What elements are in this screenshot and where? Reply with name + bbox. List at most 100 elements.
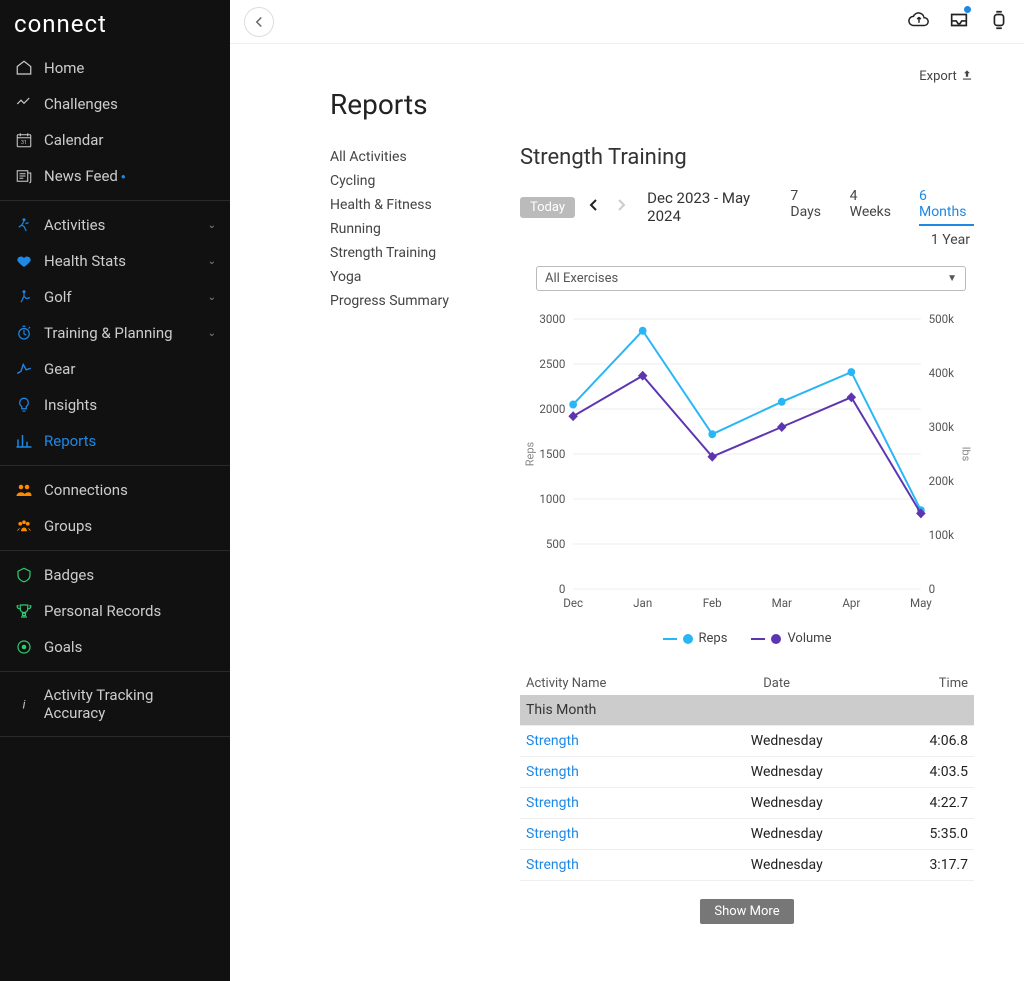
- sidebar-item-insights[interactable]: Insights: [0, 387, 230, 423]
- legend-reps: Reps: [663, 631, 728, 646]
- report-category-nav: All ActivitiesCyclingHealth & FitnessRun…: [330, 145, 460, 924]
- sidebar-item-golf[interactable]: Golf ⌄: [0, 279, 230, 315]
- chevron-down-icon: ⌄: [208, 220, 216, 231]
- chevron-down-icon: ⌄: [208, 292, 216, 303]
- sidebar-item-label: Calendar: [44, 131, 104, 149]
- range-tab-4-weeks[interactable]: 4 Weeks: [850, 188, 899, 226]
- activity-date: Wednesday: [651, 757, 903, 788]
- activity-table: Activity NameDateTime This MonthStrength…: [520, 672, 974, 881]
- sidebar-item-activity-tracking-accuracy[interactable]: i Activity Tracking Accuracy: [0, 678, 230, 730]
- activity-date: Wednesday: [651, 850, 903, 881]
- svg-text:2500: 2500: [539, 357, 565, 371]
- content: Export Reports All ActivitiesCyclingHeal…: [230, 44, 1024, 981]
- table-row: Strength Wednesday 4:03.5: [520, 757, 974, 788]
- sidebar-item-home[interactable]: Home: [0, 50, 230, 86]
- export-label: Export: [919, 69, 957, 84]
- chevron-left-icon: [250, 13, 268, 31]
- report-nav-all-activities[interactable]: All Activities: [330, 145, 460, 169]
- range-tab-6-months[interactable]: 6 Months: [919, 188, 974, 226]
- today-button[interactable]: Today: [520, 197, 575, 218]
- date-controls: Today Dec 2023 - May 2024 7 Days4 Weeks6…: [520, 188, 974, 226]
- show-more-button[interactable]: Show More: [700, 899, 793, 924]
- report-nav-health-fitness[interactable]: Health & Fitness: [330, 193, 460, 217]
- table-header-date: Date: [651, 672, 903, 695]
- report-nav-progress-summary[interactable]: Progress Summary: [330, 289, 460, 313]
- table-row: Strength Wednesday 4:06.8: [520, 726, 974, 757]
- groups-icon: [14, 516, 34, 536]
- notification-dot-icon: [964, 6, 971, 13]
- sidebar-item-health-stats[interactable]: Health Stats ⌄: [0, 243, 230, 279]
- activity-name-link[interactable]: Strength: [520, 726, 651, 757]
- device-watch-icon[interactable]: [988, 9, 1010, 35]
- sidebar-item-news-feed[interactable]: News Feed ●: [0, 158, 230, 194]
- sidebar-item-connections[interactable]: Connections: [0, 472, 230, 508]
- date-next-button[interactable]: [612, 199, 629, 215]
- collapse-sidebar-button[interactable]: [244, 7, 274, 37]
- range-tab-1-year[interactable]: 1 Year: [931, 232, 970, 248]
- chevron-down-icon: ⌄: [208, 256, 216, 267]
- sidebar-item-gear[interactable]: Gear: [0, 351, 230, 387]
- cloud-sync-icon[interactable]: [908, 9, 930, 35]
- sidebar-item-training-planning[interactable]: Training & Planning ⌄: [0, 315, 230, 351]
- users-icon: [14, 480, 34, 500]
- svg-text:3000: 3000: [539, 312, 565, 326]
- table-section-header: This Month: [520, 695, 974, 726]
- activity-name-link[interactable]: Strength: [520, 819, 651, 850]
- table-row: Strength Wednesday 5:35.0: [520, 819, 974, 850]
- activity-date: Wednesday: [651, 788, 903, 819]
- sidebar-item-label: Goals: [44, 638, 82, 656]
- calendar-icon: 31: [14, 130, 34, 150]
- sidebar-item-label: Activity Tracking Accuracy: [44, 686, 216, 722]
- sidebar-item-goals[interactable]: Goals: [0, 629, 230, 665]
- range-tab-7-days[interactable]: 7 Days: [790, 188, 829, 226]
- page-title: Reports: [330, 88, 974, 121]
- gear-icon: [14, 359, 34, 379]
- badge-icon: [14, 565, 34, 585]
- exercise-select[interactable]: All Exercises ▼: [536, 266, 966, 291]
- svg-text:31: 31: [21, 140, 27, 146]
- export-button[interactable]: Export: [330, 68, 974, 84]
- table-row: Strength Wednesday 3:17.7: [520, 850, 974, 881]
- sidebar-item-label: Golf: [44, 288, 72, 306]
- chart-legend: Reps Volume: [520, 631, 974, 646]
- activities-icon: [14, 215, 34, 235]
- report-nav-strength-training[interactable]: Strength Training: [330, 241, 460, 265]
- reports-icon: [14, 431, 34, 451]
- heart-icon: [14, 251, 34, 271]
- sidebar-item-badges[interactable]: Badges: [0, 557, 230, 593]
- date-prev-button[interactable]: [585, 199, 602, 215]
- sidebar-item-groups[interactable]: Groups: [0, 508, 230, 544]
- chevron-down-icon: ⌄: [208, 328, 216, 339]
- chevron-down-icon: ▼: [947, 273, 957, 284]
- sidebar-item-reports[interactable]: Reports: [0, 423, 230, 459]
- sidebar-item-personal-records[interactable]: Personal Records: [0, 593, 230, 629]
- report-nav-yoga[interactable]: Yoga: [330, 265, 460, 289]
- activity-time: 4:22.7: [902, 788, 974, 819]
- target-icon: [14, 637, 34, 657]
- sidebar-item-label: Groups: [44, 517, 92, 535]
- sidebar-item-activities[interactable]: Activities ⌄: [0, 207, 230, 243]
- sidebar-item-challenges[interactable]: Challenges: [0, 86, 230, 122]
- svg-text:Feb: Feb: [703, 596, 722, 610]
- activity-name-link[interactable]: Strength: [520, 850, 651, 881]
- report-nav-running[interactable]: Running: [330, 217, 460, 241]
- activity-name-link[interactable]: Strength: [520, 757, 651, 788]
- svg-text:Mar: Mar: [772, 596, 792, 610]
- newsfeed-icon: [14, 166, 34, 186]
- activity-time: 4:06.8: [902, 726, 974, 757]
- sidebar-item-label: Connections: [44, 481, 128, 499]
- strength-chart: 0500100015002000250030000100k200k300k400…: [520, 299, 974, 629]
- range-tabs: 7 Days 4 Weeks 6 Months: [790, 188, 974, 226]
- svg-text:500k: 500k: [929, 312, 954, 326]
- report-nav-cycling[interactable]: Cycling: [330, 169, 460, 193]
- info-icon: i: [14, 694, 34, 714]
- activity-name-link[interactable]: Strength: [520, 788, 651, 819]
- activity-time: 3:17.7: [902, 850, 974, 881]
- svg-text:Reps: Reps: [524, 441, 537, 466]
- home-icon: [14, 58, 34, 78]
- svg-text:400k: 400k: [929, 366, 954, 380]
- sidebar-item-calendar[interactable]: 31 Calendar: [0, 122, 230, 158]
- chart-icon: [14, 94, 34, 114]
- svg-text:300k: 300k: [929, 420, 954, 434]
- inbox-icon[interactable]: [948, 9, 970, 35]
